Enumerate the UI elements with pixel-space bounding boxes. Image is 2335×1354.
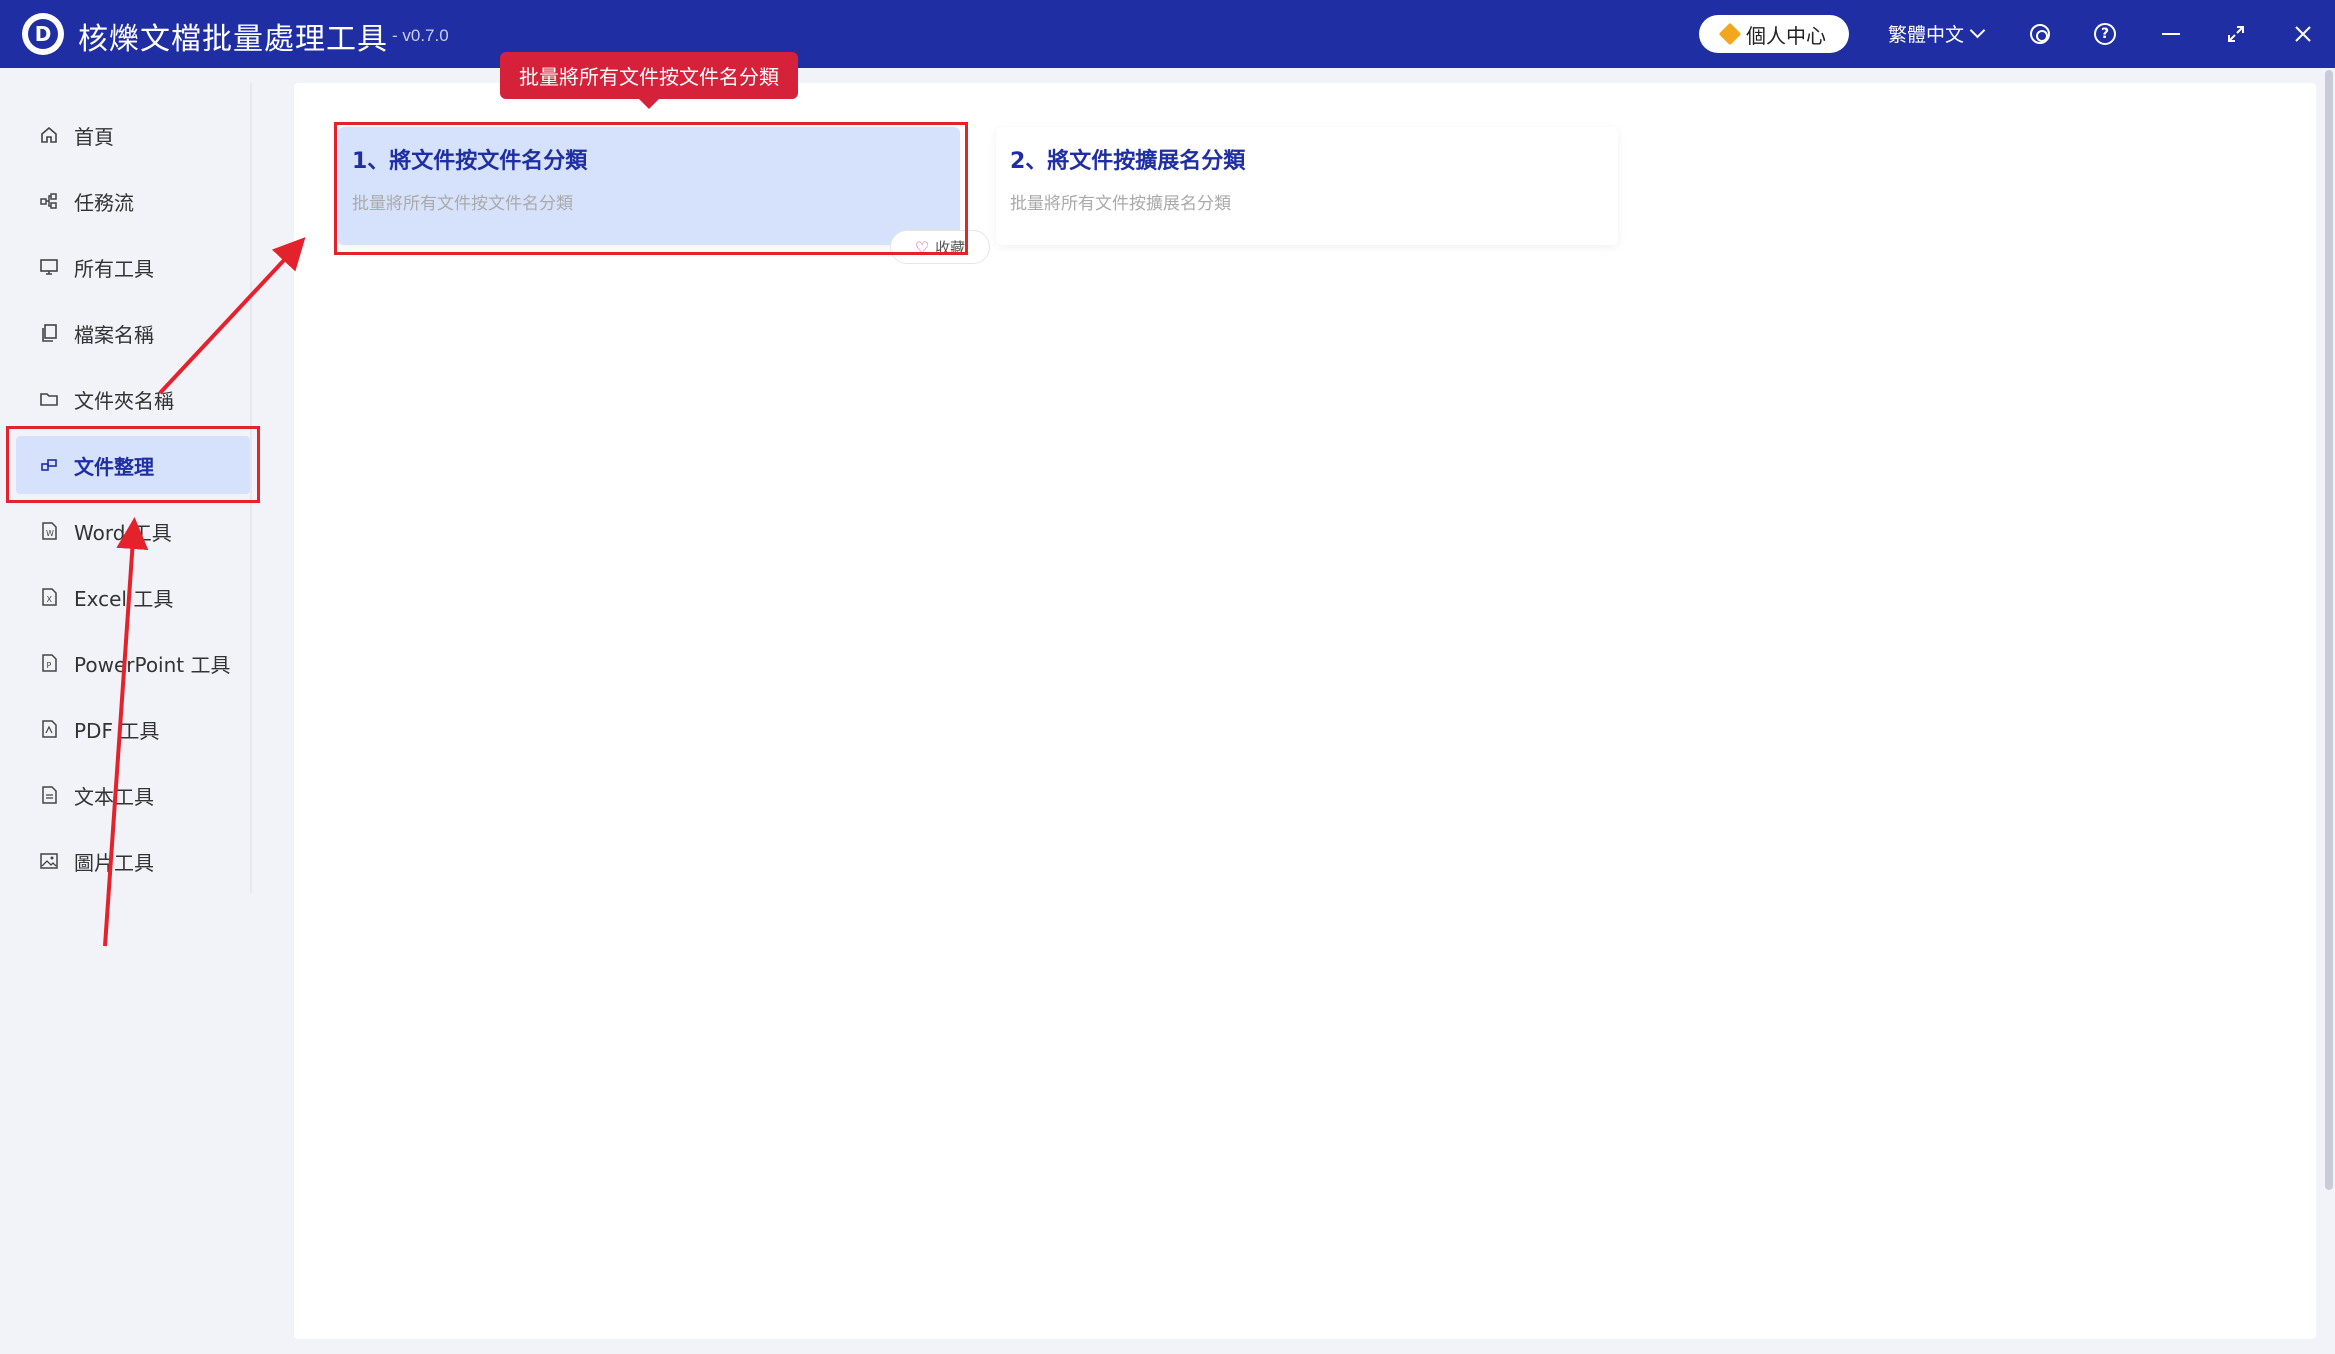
sidebar-item-file-name[interactable]: 檔案名稱 — [16, 304, 250, 362]
language-select[interactable]: 繁體中文 — [1888, 20, 1986, 47]
settings-icon — [2030, 24, 2050, 44]
app-title: 核爍文檔批量處理工具 — [78, 22, 388, 57]
user-center-button[interactable]: 個人中心 — [1699, 15, 1849, 53]
app-logo-icon: D — [22, 13, 64, 55]
close-icon — [2295, 26, 2311, 42]
chevron-down-icon — [1969, 22, 1986, 39]
sidebar-item-label: 所有工具 — [74, 256, 154, 281]
svg-text:W: W — [46, 529, 54, 538]
sidebar-item-word-tools[interactable]: W Word 工具 — [16, 502, 250, 560]
settings-button[interactable] — [2022, 16, 2058, 52]
sidebar-item-workflow[interactable]: 任務流 — [16, 172, 250, 230]
minimize-icon — [2162, 33, 2180, 35]
user-center-label: 個人中心 — [1746, 23, 1826, 48]
sidebar-item-label: 文件夾名稱 — [74, 388, 174, 413]
annotation-highlight-card — [334, 122, 968, 255]
window-scrollbar[interactable] — [2325, 70, 2333, 1190]
sidebar-item-label: Word 工具 — [74, 520, 172, 545]
file-copy-icon — [38, 322, 60, 344]
help-button[interactable]: ? — [2087, 16, 2123, 52]
sidebar-item-label: 檔案名稱 — [74, 322, 154, 347]
sidebar-item-image-tools[interactable]: 圖片工具 — [16, 832, 250, 890]
workflow-icon — [38, 190, 60, 212]
tooltip: 批量將所有文件按文件名分類 — [500, 52, 798, 109]
annotation-highlight-sidebar — [6, 426, 260, 503]
svg-text:P: P — [47, 661, 52, 670]
sidebar-item-text-tools[interactable]: 文本工具 — [16, 766, 250, 824]
sidebar-item-pdf-tools[interactable]: PDF 工具 — [16, 700, 250, 758]
help-icon: ? — [2094, 23, 2116, 45]
sidebar-item-label: 任務流 — [74, 190, 134, 215]
diamond-icon — [1718, 22, 1742, 46]
sidebar-item-label: Excel 工具 — [74, 586, 174, 611]
app-version: - v0.7.0 — [392, 26, 449, 45]
sidebar-item-all-tools[interactable]: 所有工具 — [16, 238, 250, 296]
sidebar-item-folder-name[interactable]: 文件夾名稱 — [16, 370, 250, 428]
text-icon — [38, 784, 60, 806]
sidebar-item-home[interactable]: 首頁 — [16, 106, 250, 164]
excel-icon: X — [38, 586, 60, 608]
language-label: 繁體中文 — [1888, 24, 1965, 46]
pdf-icon — [38, 718, 60, 740]
main-panel: 1、將文件按文件名分類 批量將所有文件按文件名分類 2、將文件按擴展名分類 批量… — [294, 83, 2316, 1339]
card-title: 2、將文件按擴展名分類 — [1010, 149, 1246, 174]
monitor-icon — [38, 256, 60, 278]
sidebar-item-excel-tools[interactable]: X Excel 工具 — [16, 568, 250, 626]
sidebar-item-label: 文本工具 — [74, 784, 154, 809]
powerpoint-icon: P — [38, 652, 60, 674]
image-icon — [38, 850, 60, 872]
sidebar-item-label: 圖片工具 — [74, 850, 154, 875]
sidebar-item-label: PDF 工具 — [74, 718, 160, 743]
maximize-icon — [2228, 26, 2244, 42]
sidebar-item-label: PowerPoint 工具 — [74, 652, 231, 677]
close-button[interactable] — [2285, 16, 2321, 52]
title-bar: D 核爍文檔批量處理工具 - v0.7.0 個人中心 繁體中文 ? — [0, 0, 2335, 68]
minimize-button[interactable] — [2153, 16, 2189, 52]
home-icon — [38, 124, 60, 146]
sidebar-item-powerpoint-tools[interactable]: P PowerPoint 工具 — [16, 634, 250, 692]
svg-text:X: X — [47, 595, 53, 604]
sidebar-item-label: 首頁 — [74, 124, 114, 149]
word-icon: W — [38, 520, 60, 542]
tool-card-sort-by-extension[interactable]: 2、將文件按擴展名分類 批量將所有文件按擴展名分類 — [996, 127, 1618, 245]
maximize-button[interactable] — [2218, 16, 2254, 52]
folder-icon — [38, 388, 60, 410]
card-description: 批量將所有文件按擴展名分類 — [1010, 194, 1231, 214]
